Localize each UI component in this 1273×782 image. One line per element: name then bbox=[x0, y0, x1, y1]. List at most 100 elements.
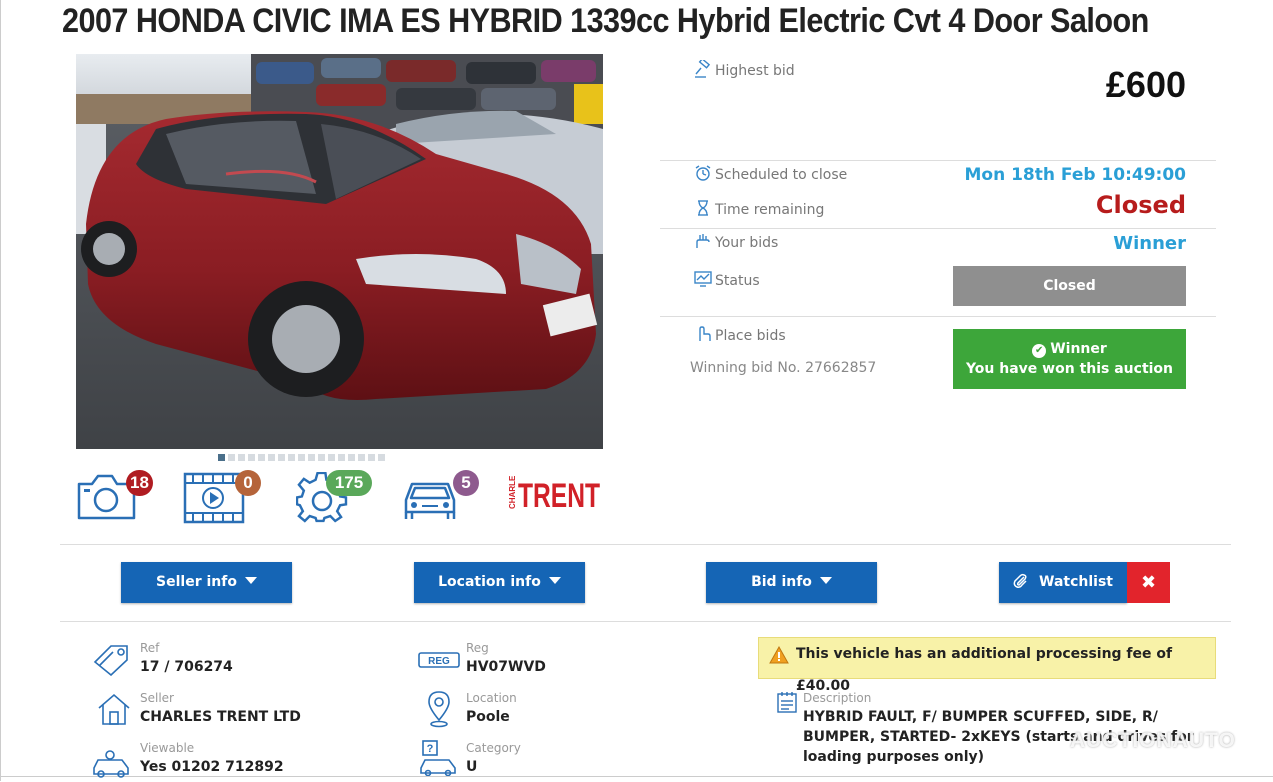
page-bottom-border bbox=[0, 776, 1273, 777]
seller-logo[interactable]: CHARLES TRENT bbox=[506, 470, 602, 515]
photo-dot[interactable] bbox=[228, 454, 235, 461]
divider bbox=[660, 316, 1216, 317]
hand-bid-icon bbox=[694, 232, 712, 254]
reg-plate-icon: REG bbox=[418, 652, 460, 672]
category-label: Category bbox=[466, 741, 521, 755]
time-remaining-value: Closed bbox=[1095, 191, 1186, 219]
hourglass-icon bbox=[694, 199, 712, 221]
watchlist-button[interactable]: Watchlist bbox=[999, 562, 1127, 603]
section-divider bbox=[60, 621, 1231, 622]
watermark: AUCTIONAUTO bbox=[1070, 729, 1236, 752]
your-bids-value: Winner bbox=[1113, 233, 1186, 254]
caret-down-icon bbox=[548, 577, 561, 584]
location-info-tab[interactable]: Location info bbox=[414, 562, 585, 603]
photo-dot[interactable] bbox=[308, 454, 315, 461]
seller-value: CHARLES TRENT LTD bbox=[140, 709, 301, 725]
svg-text:?: ? bbox=[427, 743, 434, 755]
photo-dot[interactable] bbox=[268, 454, 275, 461]
photo-dot[interactable] bbox=[298, 454, 305, 461]
seller-info-tab[interactable]: Seller info bbox=[121, 562, 292, 603]
winner-subtitle: You have won this auction bbox=[965, 361, 1174, 377]
seller-info-label: Seller info bbox=[156, 574, 237, 590]
logo-brand-text: CHARLES bbox=[508, 476, 517, 509]
divider bbox=[660, 228, 1216, 229]
photo-dot[interactable] bbox=[368, 454, 375, 461]
tag-icon bbox=[93, 642, 131, 680]
remove-watchlist-button[interactable]: ✖ bbox=[1127, 562, 1170, 603]
hand-pointer-icon bbox=[694, 325, 712, 347]
photo-dot[interactable] bbox=[378, 454, 385, 461]
gavel-icon bbox=[694, 57, 712, 82]
location-value: Poole bbox=[466, 709, 510, 725]
page-left-border bbox=[0, 0, 1, 781]
bid-info-label: Bid info bbox=[751, 574, 812, 590]
features-count-badge: 175 bbox=[326, 470, 372, 496]
viewable-value: Yes 01202 712892 bbox=[140, 759, 284, 775]
photo-dot[interactable] bbox=[258, 454, 265, 461]
paperclip-icon bbox=[1013, 565, 1029, 606]
warning-icon bbox=[769, 644, 789, 676]
processing-fee-notice: This vehicle has an additional processin… bbox=[758, 637, 1216, 694]
photo-dot[interactable] bbox=[348, 454, 355, 461]
car-icon bbox=[404, 482, 456, 519]
ref-label: Ref bbox=[140, 641, 160, 655]
photo-dot[interactable] bbox=[328, 454, 335, 461]
location-label: Location bbox=[466, 691, 517, 705]
logo-name-text: TRENT bbox=[518, 477, 600, 510]
processing-fee-text: This vehicle has an additional processin… bbox=[796, 646, 1173, 694]
watchlist-label: Watchlist bbox=[1039, 574, 1113, 590]
reg-label: Reg bbox=[466, 641, 489, 655]
house-icon bbox=[97, 692, 131, 730]
status-closed-button[interactable]: Closed bbox=[953, 266, 1186, 306]
caret-down-icon bbox=[819, 577, 832, 584]
highest-bid-value: £600 bbox=[1105, 64, 1186, 105]
viewable-label: Viewable bbox=[140, 741, 195, 755]
view-car-icon bbox=[92, 750, 132, 782]
photo-dot[interactable] bbox=[338, 454, 345, 461]
page-title: 2007 HONDA CIVIC IMA ES HYBRID 1339cc Hy… bbox=[62, 2, 1149, 40]
your-bids-label: Your bids bbox=[694, 232, 778, 254]
seller-label: Seller bbox=[140, 691, 174, 705]
photo-dot[interactable] bbox=[238, 454, 245, 461]
photo-pagination[interactable] bbox=[218, 454, 385, 461]
photo-dot[interactable] bbox=[218, 454, 225, 461]
winner-title: Winner bbox=[1050, 341, 1107, 357]
status-label: Status bbox=[694, 270, 760, 292]
notepad-icon bbox=[777, 691, 797, 717]
place-bids-label: Place bids bbox=[694, 325, 786, 347]
photo-dot[interactable] bbox=[358, 454, 365, 461]
photos-count-badge: 18 bbox=[126, 470, 153, 496]
winner-button[interactable]: ✔ Winner You have won this auction bbox=[953, 329, 1186, 389]
monitor-status-icon bbox=[694, 270, 712, 292]
location-pin-icon bbox=[426, 690, 452, 732]
ref-value: 17 / 706274 bbox=[140, 659, 233, 675]
category-value: U bbox=[466, 759, 478, 775]
caret-down-icon bbox=[244, 577, 257, 584]
time-remaining-label: Time remaining bbox=[694, 199, 824, 221]
photo-dot[interactable] bbox=[248, 454, 255, 461]
vehicle-photo[interactable] bbox=[76, 54, 603, 449]
photo-dot[interactable] bbox=[318, 454, 325, 461]
vehicle-photo-image bbox=[76, 54, 603, 449]
vehicles-count-badge: 5 bbox=[453, 470, 479, 496]
bid-info-tab[interactable]: Bid info bbox=[706, 562, 877, 603]
scheduled-close-value: Mon 18th Feb 10:49:00 bbox=[964, 165, 1186, 185]
reg-value: HV07WVD bbox=[466, 659, 546, 675]
charles-trent-logo: CHARLES TRENT bbox=[508, 470, 600, 515]
divider bbox=[660, 160, 1216, 161]
winning-bid-number: Winning bid No. 27662857 bbox=[690, 360, 877, 376]
alarm-clock-icon bbox=[694, 164, 712, 186]
winner-title-row: ✔ Winner bbox=[953, 339, 1186, 359]
photo-dot[interactable] bbox=[288, 454, 295, 461]
category-car-icon: ? bbox=[419, 740, 459, 780]
check-circle-icon: ✔ bbox=[1032, 344, 1047, 358]
highest-bid-label: Highest bid bbox=[694, 57, 795, 82]
videos-count-badge: 0 bbox=[235, 470, 261, 496]
location-info-label: Location info bbox=[438, 574, 541, 590]
scheduled-close-label: Scheduled to close bbox=[694, 164, 847, 186]
similar-vehicles-button[interactable] bbox=[402, 476, 458, 522]
photo-dot[interactable] bbox=[278, 454, 285, 461]
svg-text:REG: REG bbox=[428, 656, 450, 667]
section-divider bbox=[60, 544, 1231, 545]
description-label: Description bbox=[803, 691, 872, 705]
